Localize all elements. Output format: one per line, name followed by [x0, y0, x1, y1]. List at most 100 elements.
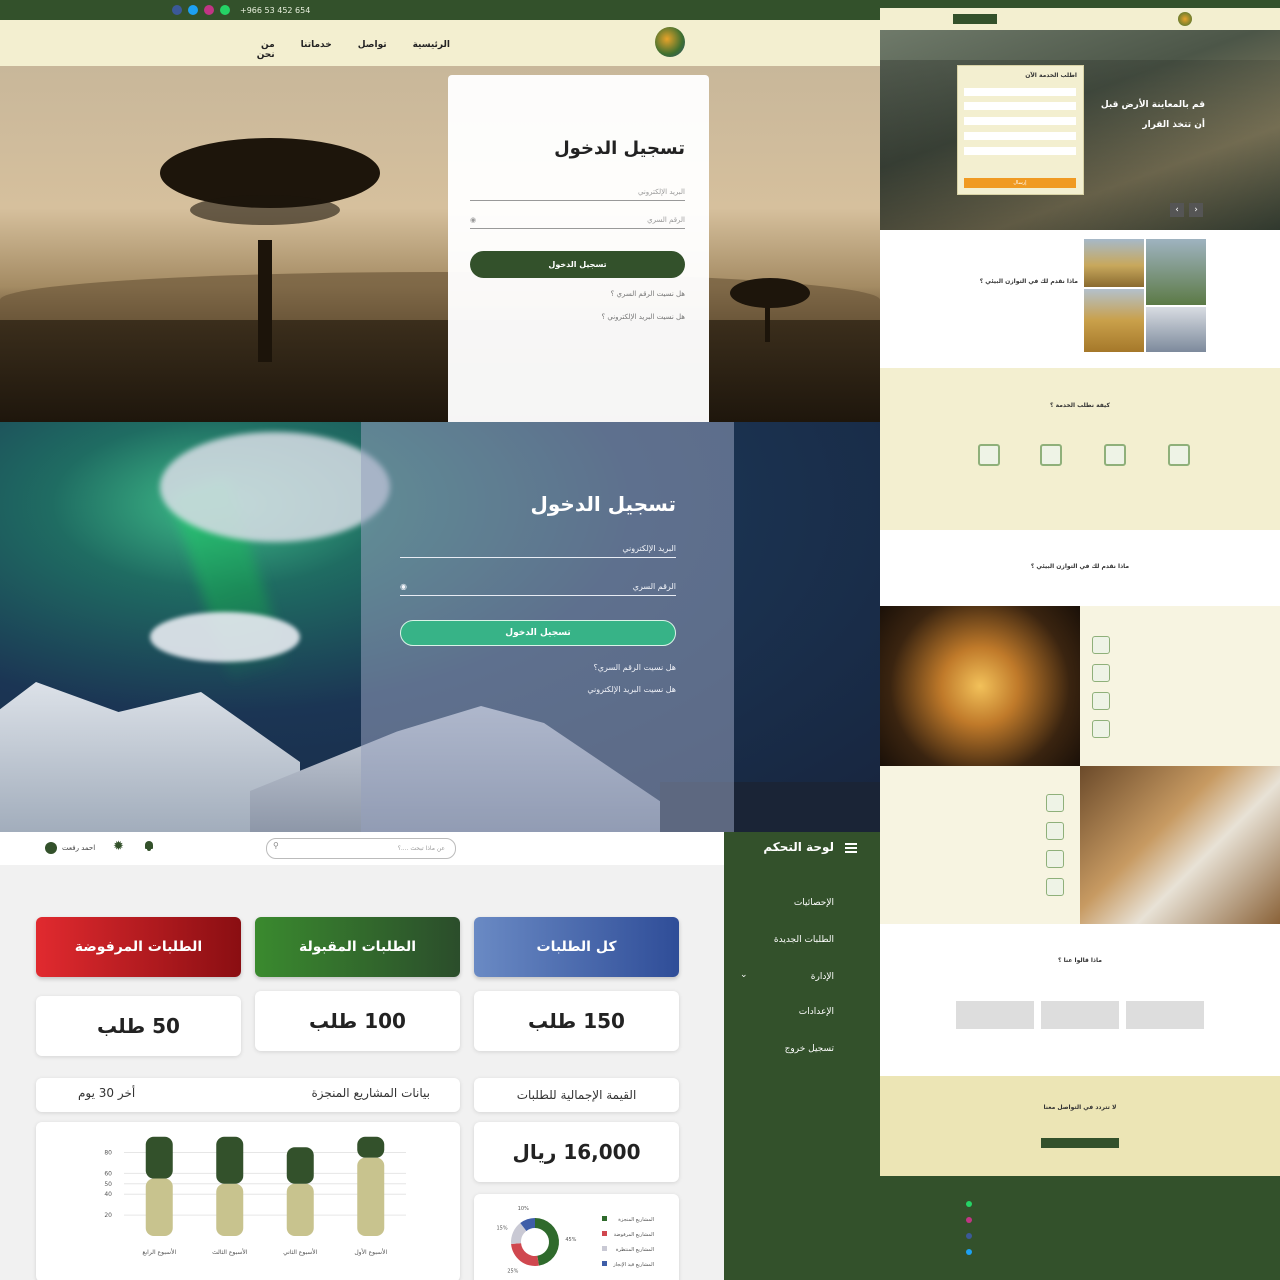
sunset-palms-photo: [880, 606, 1080, 766]
slider-next-icon[interactable]: ›: [1189, 203, 1203, 217]
search-icon[interactable]: ⚲: [273, 841, 279, 850]
legend-label: المشاريع المنجزة: [618, 1217, 654, 1223]
grass-ground: [0, 320, 880, 422]
lenticular-cloud: [150, 612, 300, 662]
forgot-password-link[interactable]: هل نسيت الرقم السري ؟: [470, 290, 685, 298]
testimonials-title: ماذا قالوا عنا ؟: [1058, 957, 1102, 964]
login-title: تسجيل الدخول: [554, 138, 685, 159]
form-field[interactable]: [964, 88, 1076, 96]
hero-title-line-1: قم بالمعاينة الأرض قبل: [1100, 100, 1205, 110]
testimonial-card: [1126, 1001, 1204, 1029]
password-placeholder: الرقم السري: [647, 216, 685, 224]
legend-label: المشاريع المنتظرة: [616, 1247, 654, 1253]
period-label[interactable]: أخر 30 يوم: [78, 1086, 135, 1100]
slice-value-label: 45%: [565, 1237, 576, 1243]
feature-icon: [1046, 822, 1064, 840]
form-field[interactable]: [964, 132, 1076, 140]
legend-label: المشاريع المرفوضة: [614, 1232, 654, 1238]
how-title: كيفة نطلب الخدمة ؟: [1050, 402, 1110, 409]
feature-icon: [1046, 794, 1064, 812]
bell-icon[interactable]: [143, 840, 155, 852]
form-submit-button[interactable]: إرسال: [964, 178, 1076, 188]
contact-cta-section: [880, 1076, 1280, 1176]
login-button[interactable]: تسجيل الدخول: [470, 251, 685, 278]
projects-status-donut-chart: 45% 25% 15% 10% المشاريع المنجزة المشاريع الم…: [496, 1206, 654, 1274]
bar-chart-card: 20 40 50 60 80 الأسبوع الأول الأسبوع الثاني الأ…: [36, 1122, 460, 1280]
weekly-projects-bar-chart: 20 40 50 60 80 الأسبوع الأول الأسبوع الثاني الأ…: [104, 1136, 406, 1256]
nav-services[interactable]: خدماتنا: [301, 40, 332, 60]
hero-title-line-2: أن تتخذ القرار: [1142, 120, 1205, 130]
farm-field-photo: [1084, 289, 1144, 352]
instagram-icon[interactable]: [966, 1217, 972, 1223]
twitter-icon[interactable]: [188, 5, 198, 15]
tree-branches: [190, 195, 340, 225]
forgot-email-link[interactable]: هل نسيت البريد الإلكتروني: [400, 685, 676, 694]
forgot-email-link[interactable]: هل نسيت البريد الإلكتروني ؟: [470, 313, 685, 321]
top-bar: [880, 0, 1280, 8]
email-field[interactable]: البريد الإلكتروني: [400, 544, 676, 558]
testimonial-card: [956, 1001, 1034, 1029]
login-button[interactable]: تسجيل الدخول: [400, 620, 676, 646]
site-footer: [880, 1176, 1280, 1280]
login-title: تسجيل الدخول: [530, 492, 676, 516]
form-field[interactable]: [964, 147, 1076, 155]
gear-icon[interactable]: ✹: [113, 839, 124, 854]
feature-icon: [1092, 636, 1110, 654]
whatsapp-icon[interactable]: [220, 5, 230, 15]
nav-links: الرئيسية تواصل خدماتنا من نحن: [257, 40, 450, 60]
nav-contact[interactable]: تواصل: [358, 40, 387, 60]
sidebar-item-new-requests[interactable]: الطلبات الجديدة: [724, 935, 834, 945]
password-field[interactable]: الرقم السري ◉: [470, 216, 685, 229]
bar-segment: [216, 1136, 244, 1184]
nav-about[interactable]: من نحن: [257, 40, 275, 60]
sidebar-item-statistics[interactable]: الإحصائيات: [724, 898, 834, 908]
slice-value-label: 25%: [507, 1268, 518, 1274]
form-title: اطلب الخدمة الآن: [1025, 72, 1077, 79]
site-logo[interactable]: [655, 27, 685, 57]
password-field[interactable]: الرقم السري ◉: [400, 582, 676, 596]
eye-icon[interactable]: ◉: [470, 216, 476, 224]
search-input[interactable]: عن ماذا تبحث ....؟: [266, 838, 456, 859]
y-tick-label: 20: [104, 1212, 112, 1219]
twitter-icon[interactable]: [966, 1249, 972, 1255]
contact-button[interactable]: [1041, 1138, 1119, 1148]
rejected-requests-card[interactable]: الطلبات المرفوضة: [36, 917, 241, 977]
nav-home[interactable]: الرئيسية: [413, 40, 450, 60]
facebook-icon[interactable]: [172, 5, 182, 15]
all-requests-card[interactable]: كل الطلبات: [474, 917, 679, 977]
eye-icon[interactable]: ◉: [400, 582, 407, 591]
facebook-icon[interactable]: [966, 1233, 972, 1239]
accepted-requests-count: 100 طلب: [255, 991, 460, 1051]
forgot-password-link[interactable]: هل نسيت الرقم السري؟: [400, 663, 676, 672]
avatar[interactable]: [45, 842, 57, 854]
projects-label: بيانات المشاريع المنجزة: [311, 1086, 430, 1100]
y-tick-label: 60: [104, 1170, 112, 1177]
accepted-requests-card[interactable]: الطلبات المقبولة: [255, 917, 460, 977]
legend-swatch: [602, 1216, 607, 1221]
slider-prev-icon[interactable]: ‹: [1170, 203, 1184, 217]
meeting-photo: [1146, 307, 1206, 352]
landing-page-preview: اطلب الخدمة الآن إرسال قم بالمعاينة الأر…: [880, 0, 1280, 1280]
bar-segment: [145, 1136, 173, 1179]
how-it-works-section: [880, 368, 1280, 530]
step-icon: [1040, 444, 1062, 466]
form-field[interactable]: [964, 117, 1076, 125]
chevron-down-icon[interactable]: ⌄: [740, 970, 748, 980]
bar-segment: [357, 1157, 385, 1236]
x-tick-label: الأسبوع الثالث: [212, 1248, 248, 1256]
site-logo[interactable]: [1178, 12, 1192, 26]
donut-slice: [511, 1243, 539, 1266]
all-requests-count: 150 طلب: [474, 991, 679, 1051]
form-field[interactable]: [964, 102, 1076, 110]
legend-swatch: [602, 1246, 607, 1251]
email-field[interactable]: البريد الإلكتروني: [470, 188, 685, 201]
cloud: [160, 432, 390, 542]
bar-segment: [216, 1183, 244, 1236]
sidebar-item-settings[interactable]: الإعدادات: [724, 1007, 834, 1017]
instagram-icon[interactable]: [204, 5, 214, 15]
whatsapp-icon[interactable]: [966, 1201, 972, 1207]
feature-icon: [1092, 720, 1110, 738]
step-icon: [1168, 444, 1190, 466]
sidebar-item-logout[interactable]: تسجيل خروج: [724, 1044, 834, 1054]
request-service-nav-button[interactable]: [953, 14, 997, 24]
